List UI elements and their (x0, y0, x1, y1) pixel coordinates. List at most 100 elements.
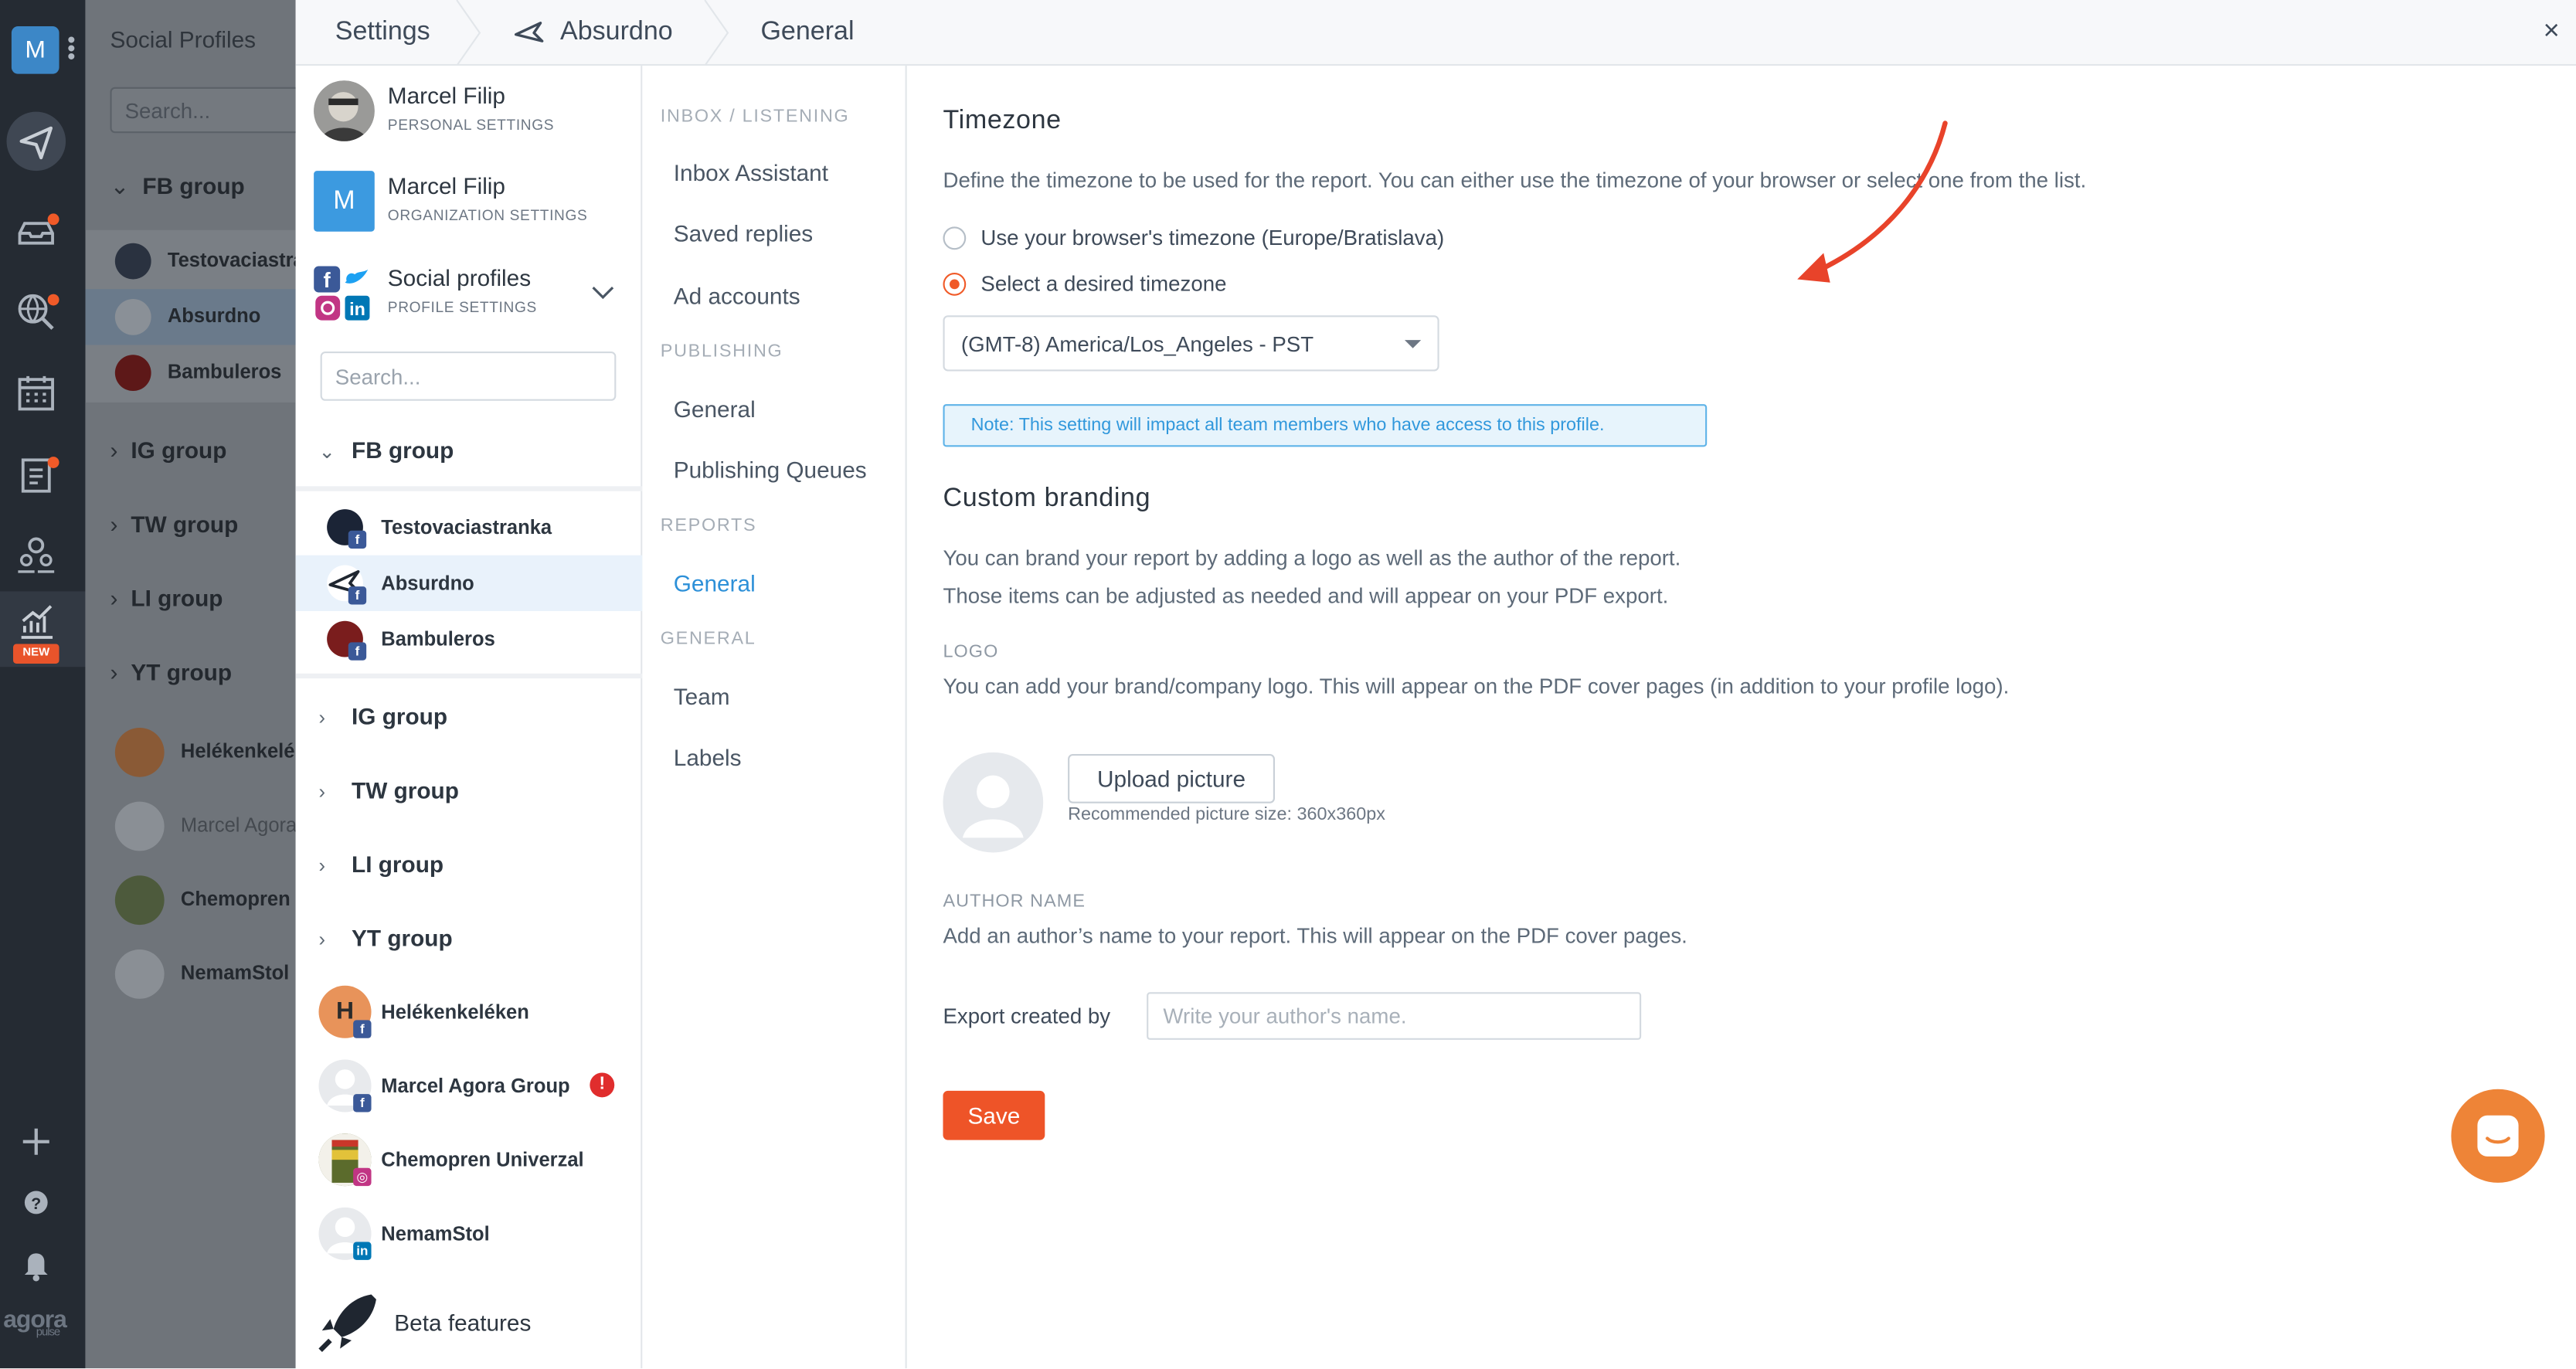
tasks-notification-dot (47, 457, 59, 468)
nav-saved-replies[interactable]: Saved replies (674, 220, 813, 246)
instagram-icon: ◎ (353, 1167, 372, 1187)
timezone-select[interactable]: (GMT-8) America/Los_Angeles - PST (943, 315, 1439, 372)
background-group: › IG group (110, 437, 227, 464)
svg-text:?: ? (31, 1194, 41, 1213)
inbox-notification-dot (47, 213, 59, 226)
calendar-icon[interactable] (16, 373, 56, 413)
browser-timezone-label[interactable]: Use your browser's timezone (Europe/Brat… (980, 225, 1444, 250)
background-profiles-panel: Social Profiles Search... ⌄ FB group Test… (85, 0, 310, 1369)
nav-labels[interactable]: Labels (674, 744, 742, 770)
new-badge: NEW (13, 644, 59, 664)
background-profile: Chemopren U (114, 875, 310, 926)
background-profile: Marcel Agora (114, 801, 297, 851)
account-name: Marcel Filip (387, 82, 505, 109)
agorapulse-logo: agora pulse (3, 1306, 67, 1339)
help-icon[interactable]: ? (16, 1183, 56, 1222)
background-profile: Absurdno (114, 298, 260, 335)
bell-icon[interactable] (16, 1244, 56, 1283)
branding-description-2: Those items can be adjusted as needed an… (943, 583, 1669, 608)
chat-launcher-button[interactable] (2451, 1089, 2545, 1183)
group-yt[interactable]: › YT group (318, 925, 452, 951)
breadcrumb-separator (704, 0, 729, 66)
profile-name: NemamStol (381, 1221, 490, 1245)
author-name-input[interactable]: Write your author's name. (1147, 992, 1642, 1040)
background-search: Search... (110, 87, 308, 134)
publish-send-icon[interactable] (6, 111, 66, 172)
facebook-icon: f (348, 530, 367, 549)
browser-timezone-radio[interactable] (943, 226, 967, 250)
app-rail: M • • • NEW ? agora pulse (0, 0, 86, 1369)
profile-row-absurdno[interactable]: f Absurdno (295, 555, 643, 611)
settings-nav: INBOX / LISTENING Inbox Assistant Saved … (642, 66, 907, 1369)
account-subtitle: ORGANIZATION SETTINGS (387, 206, 588, 224)
timezone-select-value: (GMT-8) America/Los_Angeles - PST (960, 331, 1314, 357)
facebook-icon: f (348, 642, 367, 661)
background-profile: Bambuleros (114, 355, 281, 392)
profile-name: Chemopren Univerzal (381, 1148, 584, 1172)
logo-label: LOGO (943, 642, 999, 662)
user-avatar (314, 80, 375, 141)
background-group: ⌄ FB group (110, 172, 245, 199)
plus-icon[interactable] (16, 1122, 56, 1161)
select-timezone-radio[interactable] (943, 272, 967, 296)
nav-publishing-queues[interactable]: Publishing Queues (674, 457, 867, 483)
nav-reports-general[interactable]: General (674, 570, 756, 596)
profile-name: Helékenkeléken (381, 1000, 529, 1024)
close-icon[interactable]: × (2544, 15, 2560, 48)
social-profiles-settings[interactable]: f in Social profiles PROFILE SETTINGS (314, 263, 642, 328)
group-ig[interactable]: › IG group (318, 703, 447, 729)
profile-row-bambuleros[interactable]: f Bambuleros (296, 611, 643, 667)
nav-section-general: GENERAL (660, 629, 756, 649)
social-networks-icon: f in (314, 263, 375, 324)
caret-down-icon (1404, 340, 1422, 348)
breadcrumb-settings[interactable]: Settings (335, 0, 430, 66)
personal-settings-account[interactable]: Marcel Filip PERSONAL SETTINGS (314, 80, 642, 146)
beta-features-link[interactable]: Beta features (394, 1310, 531, 1336)
author-description: Add an author’s name to your report. Thi… (943, 922, 1687, 948)
account-menu-icon[interactable]: • • • (67, 28, 75, 67)
svg-text:f: f (324, 268, 331, 292)
group-tw[interactable]: › TW group (318, 777, 458, 803)
save-button[interactable]: Save (943, 1090, 1045, 1140)
facebook-icon: f (353, 1020, 372, 1038)
profile-sidebar: Marcel Filip PERSONAL SETTINGS M Marcel … (295, 66, 643, 1369)
divider (295, 486, 643, 491)
organization-settings-account[interactable]: M Marcel Filip ORGANIZATION SETTINGS (314, 171, 642, 236)
profile-name: Marcel Agora Group (381, 1074, 570, 1098)
users-icon[interactable] (16, 534, 56, 573)
nav-section-inbox: INBOX / LISTENING (660, 107, 850, 127)
nav-section-publishing: PUBLISHING (660, 341, 783, 362)
account-avatar[interactable]: M (11, 26, 59, 74)
account-name: Marcel Filip (387, 172, 505, 199)
alert-badge: ! (590, 1072, 615, 1098)
group-fb[interactable]: ⌄ FB group (318, 437, 454, 464)
profile-search-input[interactable]: Search... (320, 352, 617, 401)
linkedin-icon: in (353, 1242, 372, 1260)
profile-name: Testovaciastranka (381, 515, 552, 539)
breadcrumb-profile[interactable]: Absurdno (560, 0, 673, 66)
upload-picture-button[interactable]: Upload picture (1068, 753, 1275, 803)
custom-branding-title: Custom branding (943, 484, 1151, 513)
nav-publishing-general[interactable]: General (674, 396, 756, 422)
facebook-icon: f (348, 586, 367, 605)
facebook-icon: f (353, 1094, 372, 1113)
nav-ad-accounts[interactable]: Ad accounts (674, 283, 800, 309)
branding-description-1: You can brand your report by adding a lo… (943, 545, 1681, 570)
chevron-down-icon[interactable] (591, 284, 614, 301)
account-subtitle: PERSONAL SETTINGS (387, 116, 555, 134)
organization-avatar: M (314, 171, 375, 232)
absurdno-profile-icon (514, 22, 544, 42)
select-timezone-label[interactable]: Select a desired timezone (980, 271, 1226, 296)
divider (295, 673, 643, 679)
breadcrumb-separator (456, 0, 481, 66)
svg-text:in: in (349, 299, 365, 319)
account-name: Social profiles (387, 264, 532, 291)
upload-hint: Recommended picture size: 360x360px (1068, 804, 1385, 825)
profile-row-testovaciastranka[interactable]: f Testovaciastranka (296, 499, 643, 555)
listening-notification-dot (47, 294, 59, 306)
reports-icon[interactable] (16, 601, 56, 640)
timezone-note: Note: This setting will impact all team … (943, 404, 1708, 447)
nav-team[interactable]: Team (674, 684, 730, 710)
group-li[interactable]: › LI group (318, 851, 443, 877)
nav-inbox-assistant[interactable]: Inbox Assistant (674, 159, 828, 185)
